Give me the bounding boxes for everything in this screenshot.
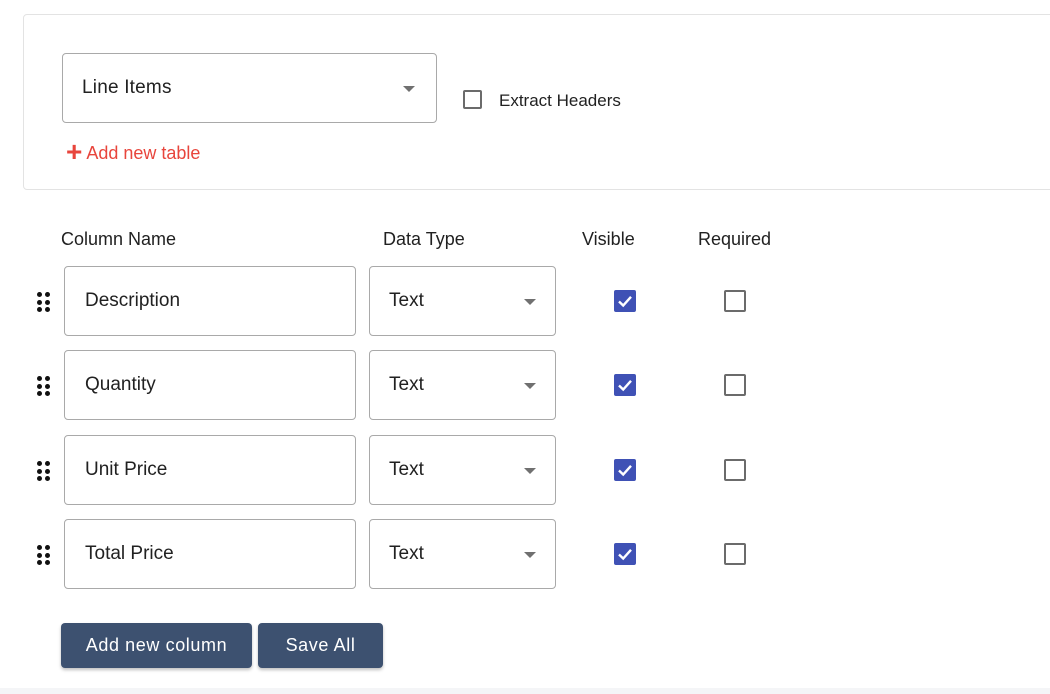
data-type-select[interactable]: Text: [369, 266, 556, 336]
column-name-input[interactable]: [64, 266, 356, 336]
table-config-page: Line Items Extract Headers + Add new tab…: [0, 0, 1050, 694]
column-name-input[interactable]: [64, 435, 356, 505]
plus-icon: +: [66, 136, 83, 167]
chevron-down-icon: [524, 552, 536, 558]
data-type-select[interactable]: Text: [369, 350, 556, 420]
footer-divider: [0, 688, 1050, 694]
check-icon: [618, 295, 632, 308]
add-new-table-link[interactable]: + Add new table: [66, 136, 201, 167]
visible-checkbox[interactable]: [614, 290, 636, 312]
required-checkbox[interactable]: [724, 459, 746, 481]
column-row: Text: [0, 519, 1050, 589]
column-row: Text: [0, 350, 1050, 420]
save-all-button[interactable]: Save All: [258, 623, 383, 668]
required-header: Required: [698, 229, 772, 249]
extract-headers-label[interactable]: Extract Headers: [499, 91, 621, 111]
visible-checkbox[interactable]: [614, 543, 636, 565]
extract-headers-checkbox[interactable]: [463, 90, 482, 109]
data-type-value: Text: [389, 374, 424, 395]
table-select-value: Line Items: [82, 77, 172, 98]
drag-handle-icon[interactable]: [37, 461, 51, 481]
add-new-table-label: Add new table: [86, 142, 201, 163]
data-type-value: Text: [389, 290, 424, 311]
data-type-header: Data Type: [383, 229, 465, 249]
drag-handle-icon[interactable]: [37, 292, 51, 312]
column-row: Text: [0, 266, 1050, 336]
chevron-down-icon: [403, 86, 415, 92]
visible-checkbox[interactable]: [614, 374, 636, 396]
data-type-select[interactable]: Text: [369, 519, 556, 589]
data-type-value: Text: [389, 459, 424, 480]
data-type-value: Text: [389, 543, 424, 564]
column-row: Text: [0, 435, 1050, 505]
drag-handle-icon[interactable]: [37, 376, 51, 396]
chevron-down-icon: [524, 299, 536, 305]
column-name-input[interactable]: [64, 350, 356, 420]
column-name-header: Column Name: [61, 229, 177, 249]
check-icon: [618, 464, 632, 477]
column-name-input[interactable]: [64, 519, 356, 589]
table-select-dropdown[interactable]: Line Items: [62, 53, 437, 123]
chevron-down-icon: [524, 468, 536, 474]
required-checkbox[interactable]: [724, 543, 746, 565]
chevron-down-icon: [524, 383, 536, 389]
check-icon: [618, 379, 632, 392]
check-icon: [618, 548, 632, 561]
add-new-column-button[interactable]: Add new column: [61, 623, 252, 668]
drag-handle-icon[interactable]: [37, 545, 51, 565]
required-checkbox[interactable]: [724, 290, 746, 312]
visible-checkbox[interactable]: [614, 459, 636, 481]
data-type-select[interactable]: Text: [369, 435, 556, 505]
visible-header: Visible: [582, 229, 635, 249]
required-checkbox[interactable]: [724, 374, 746, 396]
